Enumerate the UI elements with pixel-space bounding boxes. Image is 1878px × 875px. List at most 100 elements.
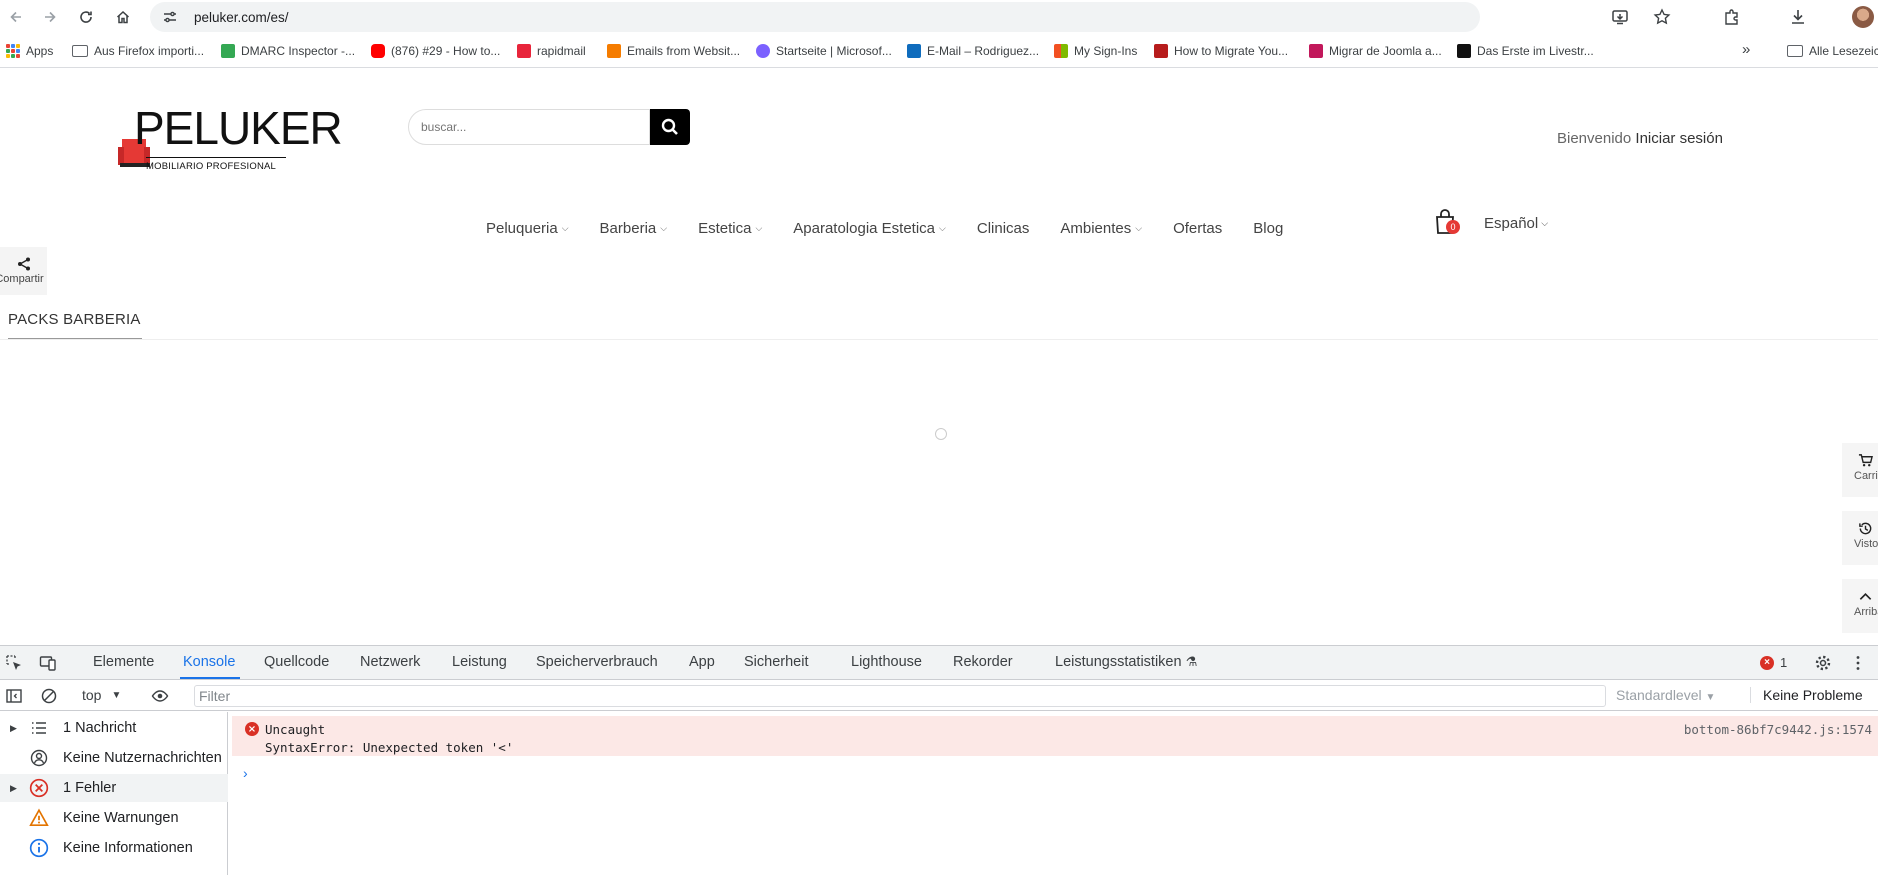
logo-divider [146,157,286,158]
error-icon: × [1760,655,1774,670]
extensions-icon[interactable] [1722,7,1742,27]
share-button[interactable]: Compartir [0,247,47,295]
site-info-icon[interactable] [162,9,178,25]
install-app-icon[interactable] [1610,7,1630,27]
nav-item-peluqueria[interactable]: Peluqueria ⌵ [486,220,569,237]
home-button[interactable] [109,3,137,31]
bookmark-rapidmail[interactable]: rapidmail [517,44,586,58]
console-filter-input[interactable]: Filter [194,685,1606,707]
downloads-icon[interactable] [1788,7,1808,27]
search-input[interactable] [408,109,650,145]
bookmark-dmarc[interactable]: DMARC Inspector -... [221,44,355,58]
reload-icon [80,11,92,23]
sidebar-item-errors[interactable]: ▶ 1 Fehler [0,774,228,802]
warning-icon [28,807,50,829]
other-bookmarks-folder[interactable]: Alle Lesezeic [1787,44,1878,58]
daserste-favicon-icon [1457,44,1471,58]
nav-item-barberia[interactable]: Barberia ⌵ [600,220,668,237]
bookmark-daserste[interactable]: Das Erste im Livestr... [1457,44,1594,58]
url-text[interactable]: peluker.com/es/ [194,10,289,25]
reload-button[interactable] [72,3,100,31]
sidebar-item-warnings[interactable]: Keine Warnungen [0,804,228,832]
tab-lighthouse[interactable]: Lighthouse [851,654,922,670]
expand-arrow-icon[interactable]: ▶ [10,783,17,794]
live-expression-eye-icon[interactable] [150,686,170,706]
bookmark-apps[interactable]: Apps [6,44,53,58]
console-error-message[interactable]: × Uncaught SyntaxError: Unexpected token… [232,716,1878,756]
error-counter[interactable]: × 1 [1760,655,1787,670]
nav-item-clinicas[interactable]: Clinicas [977,220,1030,237]
issues-button[interactable]: Keine Probleme [1750,687,1863,703]
bookmark-folder-firefox[interactable]: Aus Firefox importi... [72,44,204,58]
bookmark-joomla[interactable]: Migrar de Joomla a... [1309,44,1442,58]
side-tool-top[interactable]: Arriba [1842,579,1878,633]
language-selector[interactable]: Español ⌵ [1484,215,1548,232]
rapidmail-favicon-icon [517,44,531,58]
error-source-link[interactable]: bottom-86bf7c9442.js:1574 [1684,722,1872,737]
more-bookmarks-button[interactable]: » [1742,41,1750,58]
sidebar-item-messages[interactable]: ▶ 1 Nachricht [0,714,228,742]
address-bar[interactable]: peluker.com/es/ [150,2,1480,32]
bookmark-youtube[interactable]: (876) #29 - How to... [371,44,500,58]
inspect-element-icon[interactable] [4,653,24,673]
folder-icon [1787,45,1803,57]
nav-item-ambientes[interactable]: Ambientes ⌵ [1060,220,1142,237]
log-levels-dropdown[interactable]: Standardlevel ▼ [1616,687,1715,703]
sidebar-item-user-messages[interactable]: Keine Nutzernachrichten [0,744,228,772]
nav-item-blog[interactable]: Blog [1253,220,1283,237]
context-selector[interactable]: top ▼ [82,687,121,703]
chevron-up-icon [1859,592,1872,600]
tab-sicherheit[interactable]: Sicherheit [744,654,808,670]
clear-console-icon[interactable] [39,686,59,706]
side-tool-viewed[interactable]: Vistos [1842,511,1878,565]
tab-rekorder[interactable]: Rekorder [953,654,1013,670]
chevron-down-icon: ⌵ [755,223,763,233]
error-icon [28,777,50,799]
bookmark-signins[interactable]: My Sign-Ins [1054,44,1137,58]
bookmark-migrate[interactable]: How to Migrate You... [1154,44,1288,58]
more-options-icon[interactable] [1848,653,1868,673]
bookmark-microsoft[interactable]: Startseite | Microsof... [756,44,892,58]
bookmark-emails[interactable]: Emails from Websit... [607,44,740,58]
flask-icon: ⚗ [1185,654,1198,669]
back-button[interactable] [2,3,30,31]
console-prompt[interactable]: › [243,765,248,781]
profile-avatar[interactable] [1852,6,1874,28]
tab-netzwerk[interactable]: Netzwerk [360,654,420,670]
nav-item-estetica[interactable]: Estetica ⌵ [698,220,762,237]
tab-leistung[interactable]: Leistung [452,654,507,670]
device-toolbar-icon[interactable] [38,653,58,673]
welcome-text: Bienvenido [1557,130,1632,147]
login-link[interactable]: Iniciar sesión [1635,130,1723,147]
search-button[interactable] [650,109,690,145]
settings-gear-icon[interactable] [1813,653,1833,673]
tab-elemente[interactable]: Elemente [93,654,154,670]
bookmark-email[interactable]: E-Mail – Rodriguez... [907,44,1039,58]
tab-leistungsstatistiken[interactable]: Leistungsstatistiken ⚗ [1055,654,1197,670]
console-output: × Uncaught SyntaxError: Unexpected token… [229,712,1878,875]
tab-app[interactable]: App [689,654,715,670]
tab-quellcode[interactable]: Quellcode [264,654,329,670]
migrate-favicon-icon [1154,44,1168,58]
tab-konsole[interactable]: Konsole [183,654,235,670]
nav-item-aparatologia[interactable]: Aparatologia Estetica ⌵ [793,220,946,237]
error-detail: SyntaxError: Unexpected token '<' [265,740,514,755]
tab-speicherverbrauch[interactable]: Speicherverbrauch [536,654,658,670]
nav-item-ofertas[interactable]: Ofertas [1173,220,1222,237]
sidebar-toggle-icon[interactable] [4,686,24,706]
site-logo[interactable]: PELUKER MOBILIARIO PROFESIONAL [118,105,343,175]
chevron-down-icon: ⌵ [939,223,946,233]
cart-button[interactable]: 0 [1434,208,1460,236]
list-icon [28,717,50,739]
joomla-favicon-icon [1309,44,1323,58]
loading-spinner [935,428,947,440]
dmarc-favicon-icon [221,44,235,58]
error-title: Uncaught [265,722,326,737]
logo-text: PELUKER [134,102,343,154]
bookmark-star-icon[interactable] [1652,7,1672,27]
outlook-favicon-icon [907,44,921,58]
expand-arrow-icon[interactable]: ▶ [10,723,17,734]
sidebar-item-info[interactable]: Keine Informationen [0,834,228,862]
forward-button[interactable] [36,3,64,31]
side-tool-cart[interactable]: Carrito [1842,443,1878,497]
